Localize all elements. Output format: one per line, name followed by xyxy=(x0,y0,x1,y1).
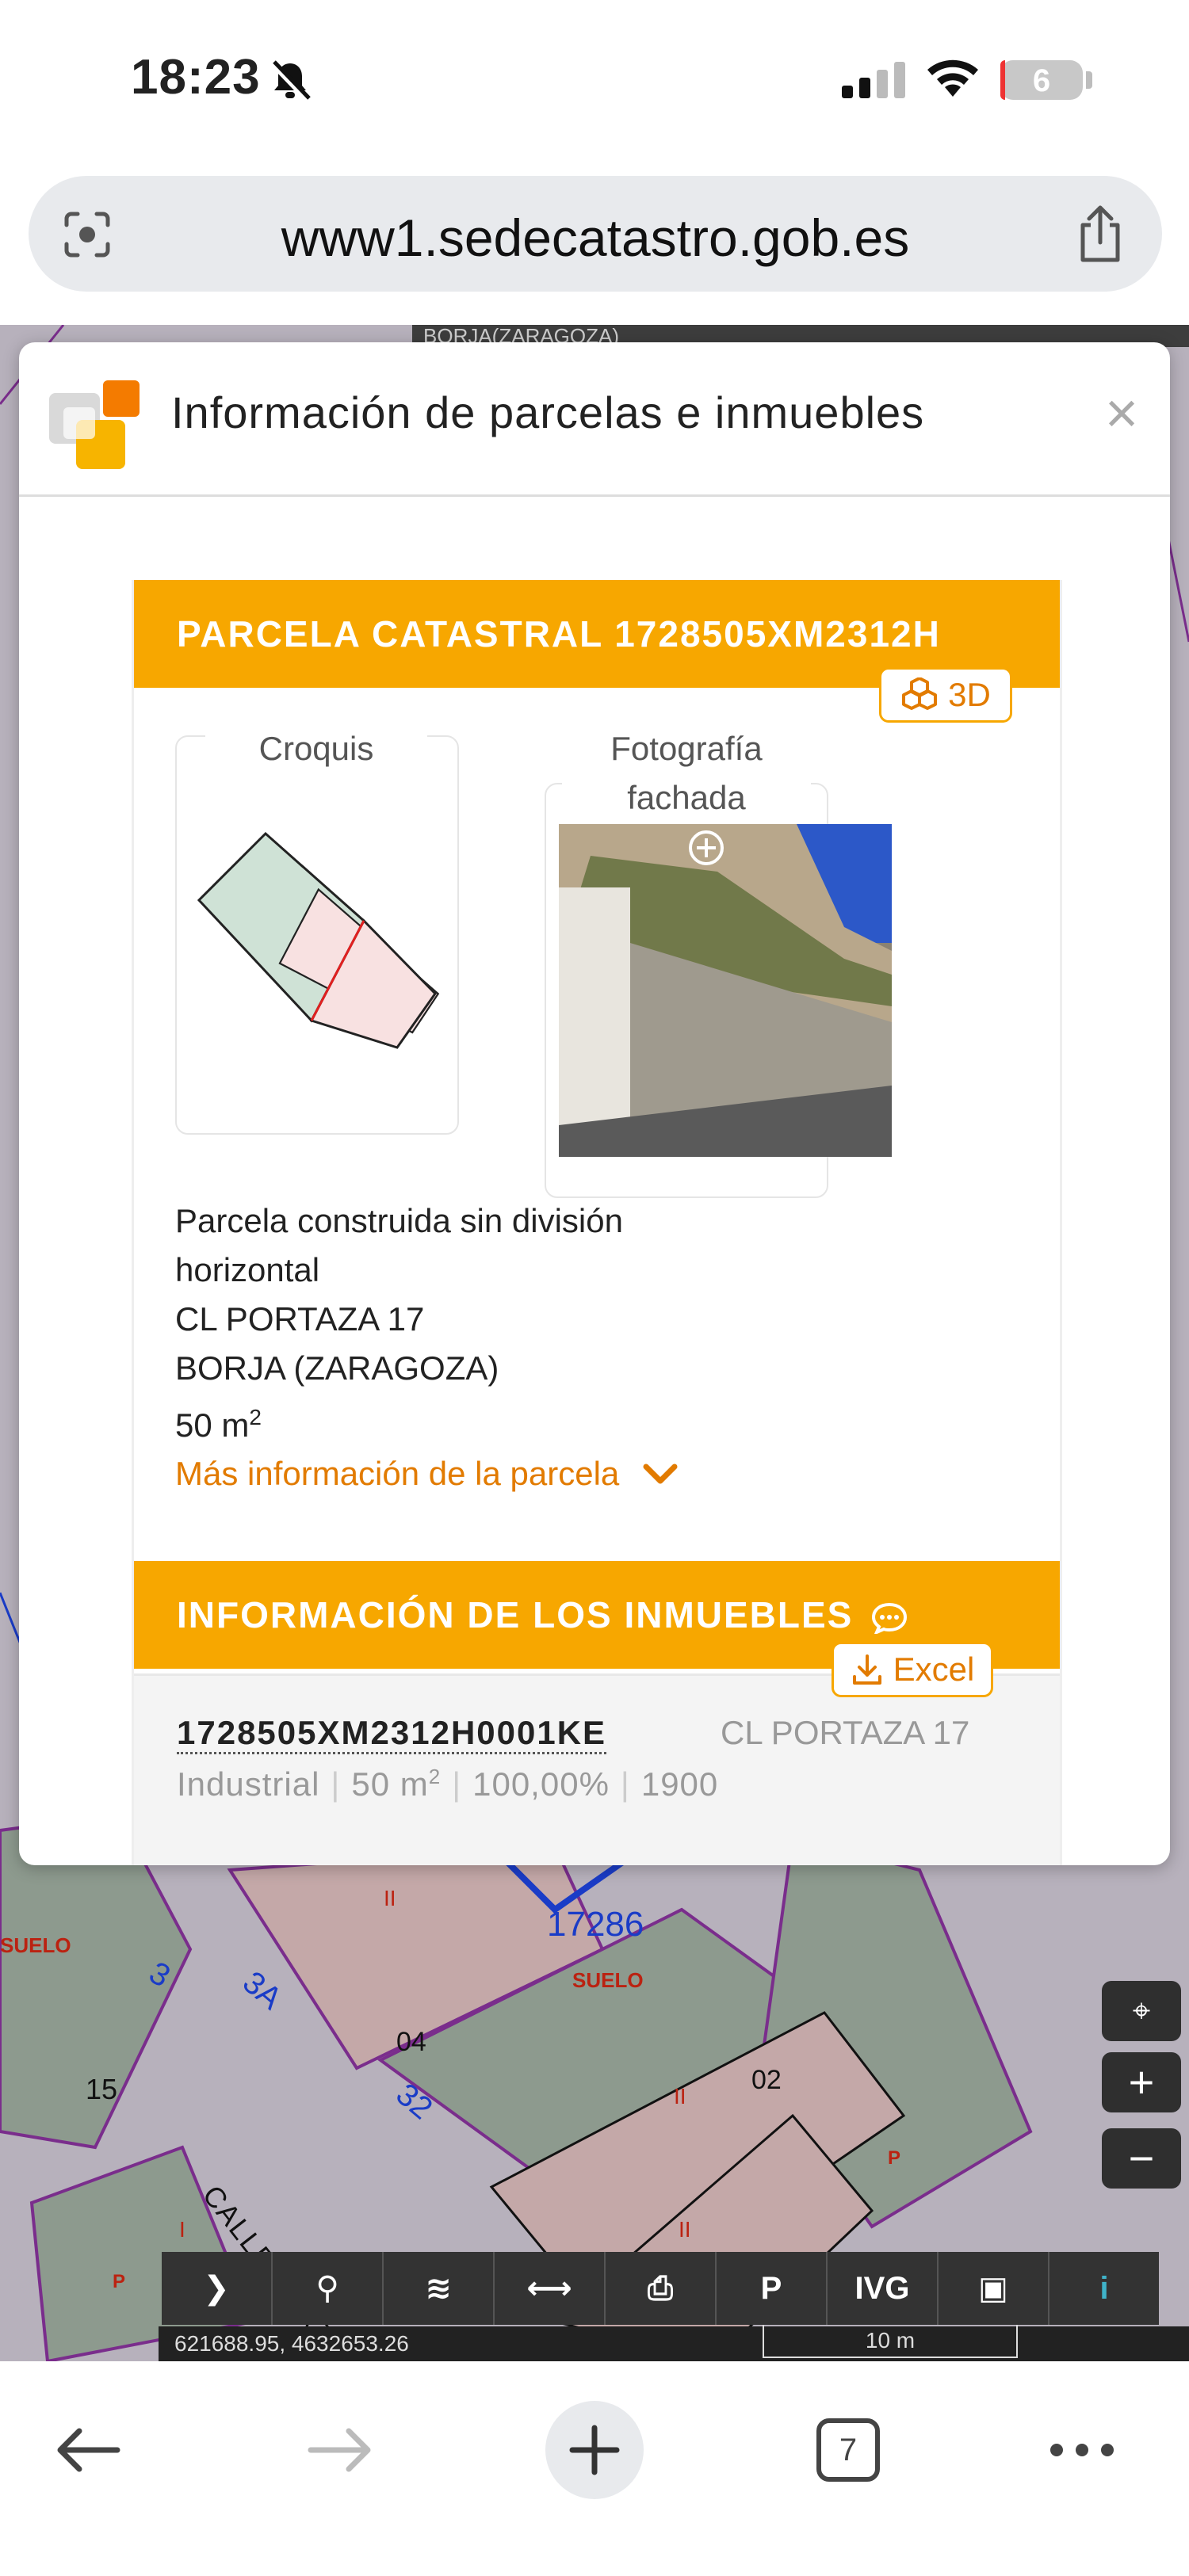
tabs-icon: 7 xyxy=(816,2418,880,2482)
coordinates-readout: 621688.95, 4632653.26 xyxy=(159,2326,1189,2361)
back-button[interactable] xyxy=(48,2401,127,2499)
property-use: Industrial xyxy=(177,1765,320,1803)
search-tool-icon[interactable]: ⚲ xyxy=(273,2252,384,2325)
speech-bubble-icon xyxy=(872,1602,908,1635)
parcel-type-line1: Parcela construida sin división xyxy=(175,1202,623,1239)
close-icon[interactable]: × xyxy=(1105,385,1138,442)
property-address: CL PORTAZA 17 xyxy=(721,1714,970,1751)
bell-slash-icon xyxy=(270,60,311,102)
property-share: 100,00% xyxy=(472,1765,610,1803)
map-toolbar: ❯ ⚲ ≋ ⟷ ⎙ P IVG ▣ i xyxy=(162,2252,1159,2325)
property-year: 1900 xyxy=(640,1765,719,1803)
dialog-title: Información de parcelas e inmuebles xyxy=(171,387,925,437)
map-label: II xyxy=(679,2217,691,2242)
map-label: SUELO xyxy=(0,1933,71,1957)
parcel-area-value: 50 m xyxy=(175,1406,250,1444)
back-arrow-icon xyxy=(57,2428,120,2472)
cubes-icon xyxy=(902,677,938,710)
locate-button[interactable]: ⌖ xyxy=(1102,1981,1181,2041)
map-label: I xyxy=(179,2217,185,2242)
parcel-municipality: BORJA (ZARAGOZA) xyxy=(175,1349,499,1387)
address-bar[interactable]: www1.sedecatastro.gob.es xyxy=(29,176,1162,292)
forward-button[interactable] xyxy=(301,2401,380,2499)
battery-cap xyxy=(1086,71,1092,89)
info-tool-icon[interactable]: i xyxy=(1049,2252,1159,2325)
parcel-area-unit-sup: 2 xyxy=(249,1405,262,1429)
signal-icon xyxy=(842,62,905,98)
property-reference-link[interactable]: 1728505XM2312H0001KE xyxy=(177,1714,607,1754)
excel-export-button[interactable]: Excel xyxy=(832,1642,993,1697)
dialog-header: Información de parcelas e inmuebles × xyxy=(19,342,1170,497)
more-icon xyxy=(1050,2444,1114,2456)
parcel-summary: Parcela construida sin división horizont… xyxy=(175,1196,623,1450)
parking-tool-icon[interactable]: P xyxy=(717,2252,828,2325)
photo-card: Fotografía fachada xyxy=(545,724,892,1198)
new-tab-button[interactable] xyxy=(545,2401,644,2499)
browser-bottom-nav: 7 xyxy=(0,2361,1189,2576)
more-info-link[interactable]: Más información de la parcela xyxy=(175,1455,678,1493)
share-icon[interactable] xyxy=(1075,204,1126,263)
new-tab-icon xyxy=(545,2401,644,2499)
property-area: 50 m xyxy=(351,1765,429,1803)
print-tool-icon[interactable]: ⎙ xyxy=(606,2252,717,2325)
forward-arrow-icon xyxy=(308,2428,371,2472)
scale-bar: 10 m xyxy=(763,2325,1018,2358)
3d-tool-icon[interactable]: ▣ xyxy=(939,2252,1049,2325)
properties-header-label: INFORMACIÓN DE LOS INMUEBLES xyxy=(177,1594,854,1635)
map-label: 15 xyxy=(86,2073,118,2105)
ivg-tool-button[interactable]: IVG xyxy=(828,2252,939,2325)
parcel-type-line2: horizontal xyxy=(175,1251,320,1288)
catastro-logo-icon xyxy=(49,380,140,469)
status-time: 18:23 xyxy=(131,50,261,105)
map-label: 02 xyxy=(751,2065,782,2095)
parcel-area: 50 m2 xyxy=(175,1393,623,1450)
map-label: SUELO xyxy=(572,1968,644,1992)
tabs-button[interactable]: 7 xyxy=(815,2401,881,2499)
measure-tool-icon[interactable]: ⟷ xyxy=(495,2252,606,2325)
zoom-in-button[interactable]: + xyxy=(1102,2052,1181,2112)
layers-tool-icon[interactable]: ≋ xyxy=(384,2252,495,2325)
property-row[interactable]: 1728505XM2312H0001KE CL PORTAZA 17 Indus… xyxy=(134,1673,1060,1865)
sketch-label: Croquis xyxy=(205,724,427,773)
more-info-label: Más información de la parcela xyxy=(175,1455,620,1492)
download-icon xyxy=(852,1654,881,1685)
photo-label-line2: fachada xyxy=(627,779,746,816)
map-label: 17286 xyxy=(547,1905,644,1944)
expand-tool-icon[interactable]: ❯ xyxy=(162,2252,273,2325)
property-area-unit-sup: 2 xyxy=(428,1765,442,1788)
parcel-panel: PARCELA CATASTRAL 1728505XM2312H 3D Croq… xyxy=(132,580,1062,1865)
3d-button[interactable]: 3D xyxy=(879,667,1012,723)
chevron-down-icon xyxy=(643,1464,678,1484)
status-bar: 18:23 6 xyxy=(0,0,1189,158)
photo-label-line1: Fotografía xyxy=(610,730,763,767)
battery-level-label: 6 xyxy=(1032,63,1051,98)
wifi-icon xyxy=(927,59,978,97)
map-label: P xyxy=(113,2271,126,2292)
map-label: P xyxy=(888,2147,901,2169)
battery-icon: 6 xyxy=(1000,60,1083,100)
parcel-address: CL PORTAZA 17 xyxy=(175,1300,425,1338)
map-label: 04 xyxy=(396,2027,426,2057)
property-meta: Industrial | 50 m2 | 100,00% | 1900 xyxy=(177,1765,719,1803)
parcel-info-dialog: Información de parcelas e inmuebles × PA… xyxy=(19,342,1170,1865)
zoom-out-button[interactable]: − xyxy=(1102,2128,1181,2189)
photo-label: Fotografía fachada xyxy=(562,724,811,822)
sketch-card: Croquis xyxy=(175,724,459,1135)
excel-button-label: Excel xyxy=(893,1651,975,1688)
parcel-sketch-drawing[interactable] xyxy=(189,800,443,1117)
more-button[interactable] xyxy=(1046,2401,1118,2499)
map-label: II xyxy=(384,1886,396,1910)
facade-photo[interactable] xyxy=(559,824,892,1157)
url-text[interactable]: www1.sedecatastro.gob.es xyxy=(29,208,1162,268)
map-label: II xyxy=(674,2084,686,2109)
3d-button-label: 3D xyxy=(948,676,991,713)
